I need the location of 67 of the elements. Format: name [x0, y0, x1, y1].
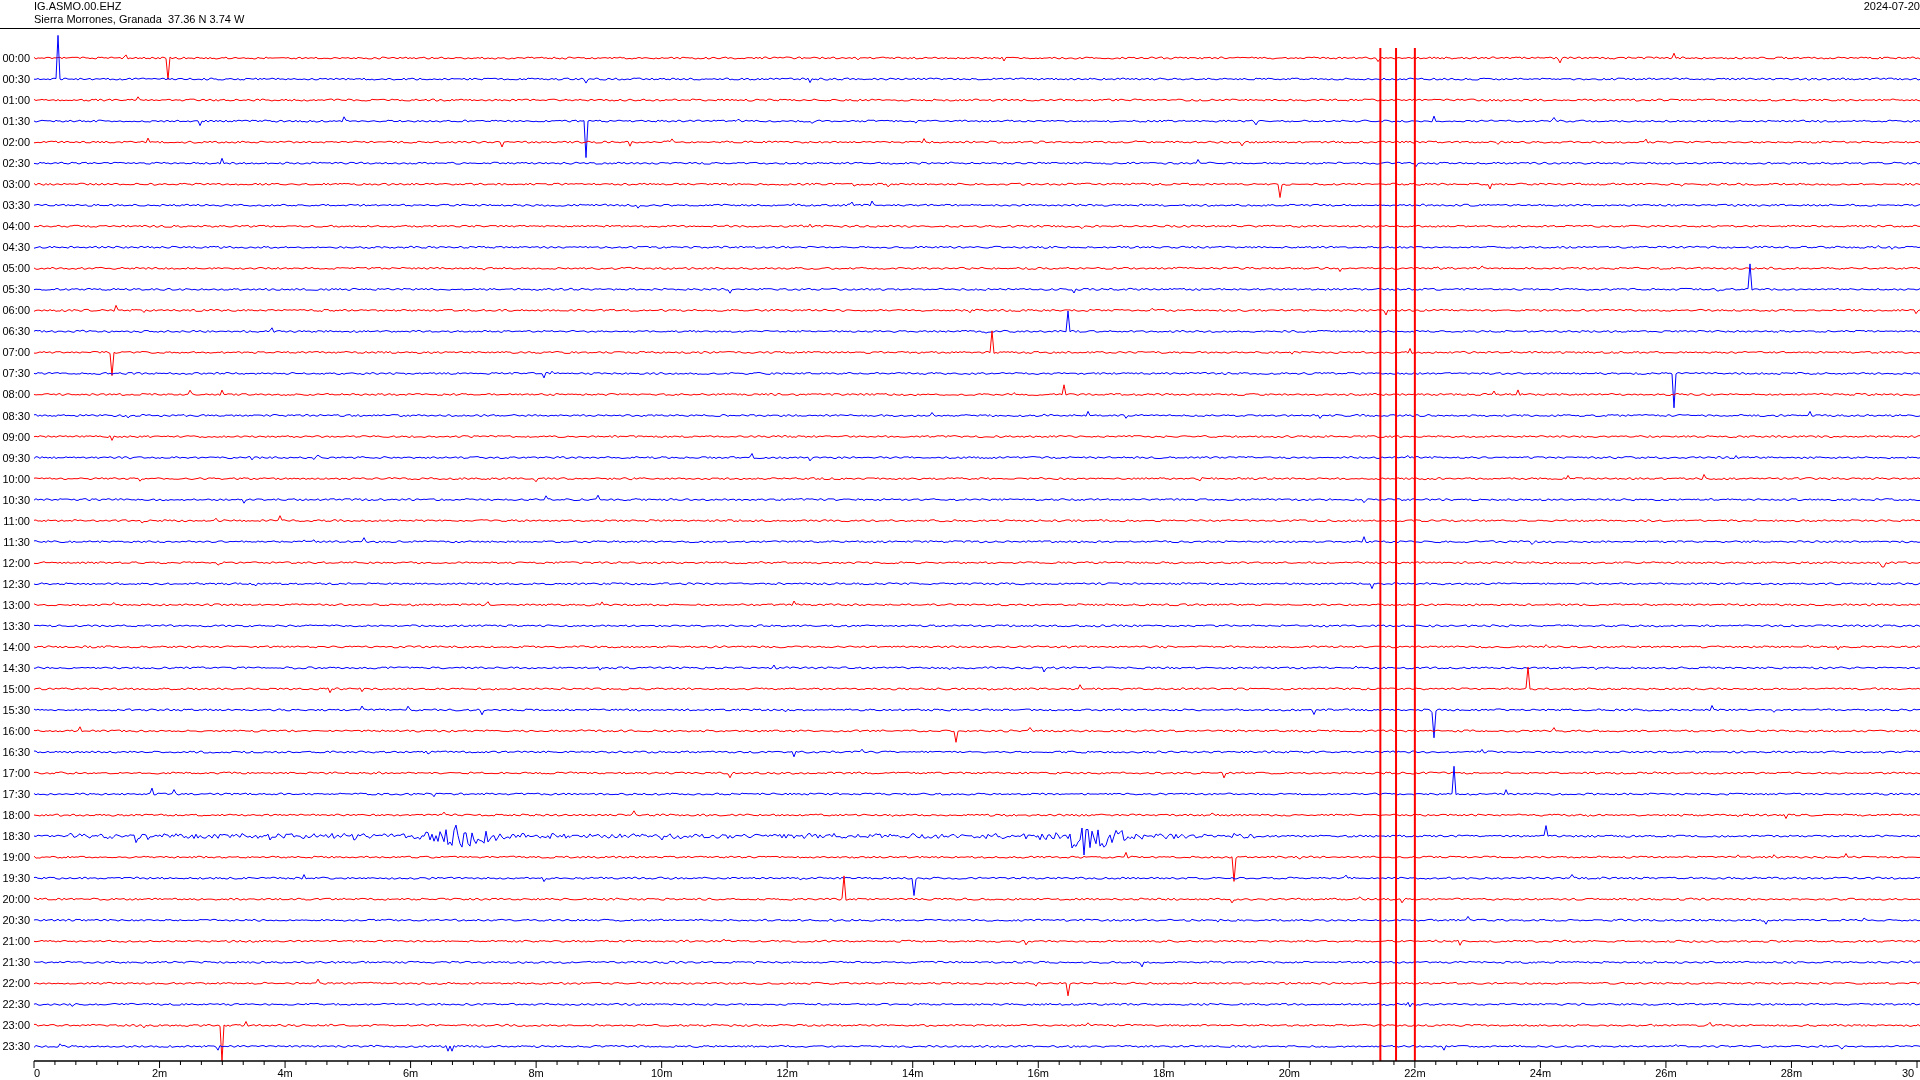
date-label: 2024-07-20 — [1863, 0, 1920, 14]
axis-tick-label: 20m — [1278, 1067, 1301, 1079]
time-label: 17:30 — [2, 788, 30, 801]
time-label: 10:30 — [2, 493, 30, 506]
axis-tick-label: 30 — [1901, 1067, 1915, 1079]
axis-tick-label: 12m — [776, 1067, 798, 1079]
time-label: 14:30 — [2, 661, 30, 674]
time-label: 00:30 — [2, 73, 30, 86]
time-label: 18:30 — [2, 830, 30, 843]
time-label: 11:00 — [3, 514, 30, 527]
axis-tick-label: 18m — [1153, 1067, 1175, 1079]
time-label: 22:00 — [2, 977, 30, 990]
time-label: 12:30 — [2, 577, 30, 590]
time-label: 12:00 — [2, 556, 30, 569]
time-label: 05:00 — [2, 262, 30, 275]
axis-tick-label: 6m — [402, 1067, 419, 1079]
axis-tick-label: 0 — [34, 1067, 41, 1079]
time-label: 04:00 — [2, 220, 30, 233]
time-label: 13:30 — [2, 619, 30, 632]
time-label: 21:00 — [2, 935, 30, 948]
time-label: 20:30 — [2, 914, 30, 927]
time-label: 03:00 — [2, 178, 30, 191]
time-label: 07:30 — [2, 367, 30, 380]
axis-tick-label: 22m — [1404, 1067, 1426, 1079]
axis-tick-label: 14m — [902, 1067, 924, 1079]
time-label: 03:30 — [2, 199, 30, 212]
time-label: 08:30 — [2, 409, 30, 422]
time-label: 06:00 — [2, 304, 30, 317]
time-label: 23:30 — [2, 1040, 30, 1053]
axis-tick-label: 26m — [1655, 1067, 1677, 1079]
time-label: 21:30 — [2, 956, 30, 969]
time-label: 01:00 — [2, 94, 30, 107]
time-label: 13:00 — [2, 598, 30, 611]
time-label: 02:00 — [2, 136, 30, 149]
time-label: 19:30 — [2, 872, 30, 885]
axis-tick-label: 10m — [650, 1067, 673, 1079]
time-label: 15:00 — [2, 682, 30, 695]
axis-tick-label: 28m — [1780, 1067, 1803, 1079]
station-code: IG.ASMO.00.EHZ — [34, 0, 123, 13]
time-label: 11:30 — [3, 535, 30, 548]
station-location: Sierra Morrones, Granada 37.36 N 3.74 W — [34, 13, 245, 26]
time-label: 08:00 — [2, 388, 30, 401]
axis-tick-label: 24m — [1529, 1067, 1552, 1079]
time-label: 06:30 — [2, 325, 30, 338]
axis-tick-label: 4m — [277, 1067, 293, 1079]
time-label: 22:30 — [2, 998, 30, 1011]
time-label: 07:00 — [2, 346, 30, 359]
time-label: 02:30 — [2, 157, 30, 170]
time-label: 14:00 — [2, 640, 30, 653]
time-label: 10:00 — [2, 472, 30, 485]
axis-tick-label: 8m — [528, 1067, 544, 1079]
axis-tick-label: 16m — [1027, 1067, 1049, 1079]
time-label: 01:30 — [2, 115, 30, 128]
time-label: 19:00 — [2, 851, 30, 864]
time-label: 09:00 — [2, 430, 30, 443]
time-label: 16:00 — [2, 724, 30, 737]
time-label: 04:30 — [2, 241, 30, 254]
time-label: 17:00 — [2, 767, 30, 779]
time-label: 00:00 — [2, 52, 30, 64]
time-label: 23:00 — [2, 1019, 30, 1032]
time-label: 16:30 — [2, 746, 30, 758]
axis-tick-label: 2m — [151, 1067, 168, 1079]
time-label: 18:00 — [2, 809, 30, 822]
time-label: 15:30 — [2, 703, 30, 716]
time-label: 20:00 — [2, 893, 30, 906]
time-label: 05:30 — [2, 283, 30, 296]
time-label: 09:30 — [2, 451, 30, 464]
